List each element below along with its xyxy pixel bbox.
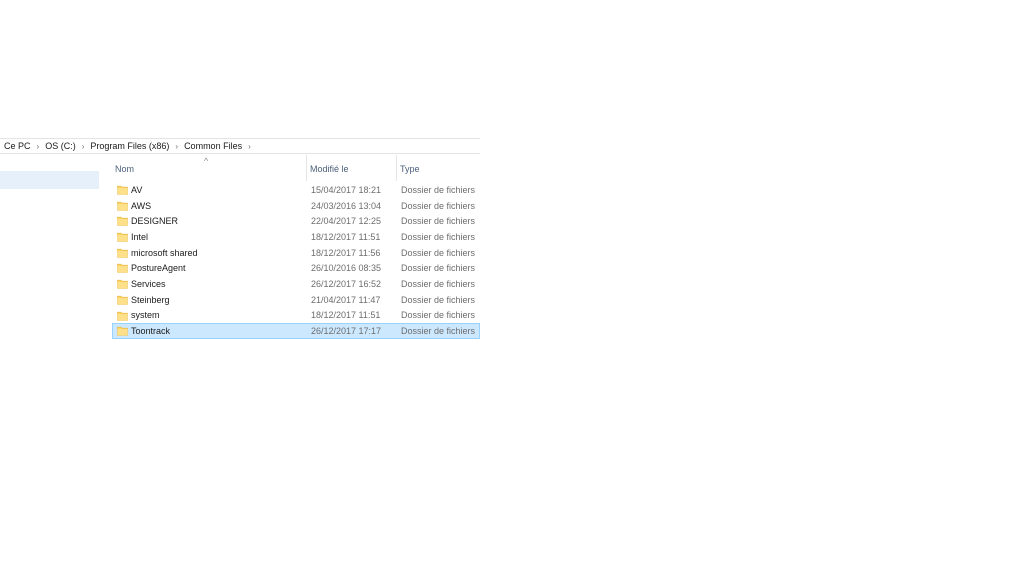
file-name: Steinberg — [131, 294, 170, 305]
file-modified-date: 18/12/2017 11:51 — [311, 310, 381, 321]
breadcrumb-item-program-files-x86[interactable]: Program Files (x86) — [89, 141, 170, 151]
column-header-modified-label: Modifié le — [310, 164, 349, 174]
file-type: Dossier de fichiers — [401, 310, 476, 321]
file-row[interactable]: PostureAgent 26/10/2016 08:35 Dossier de… — [112, 260, 480, 276]
breadcrumb-item-ce-pc[interactable]: Ce PC — [3, 141, 32, 151]
breadcrumb: Ce PC › OS (C:) › Program Files (x86) › … — [0, 138, 480, 154]
file-type: Dossier de fichiers — [401, 216, 476, 227]
file-type: Dossier de fichiers — [401, 278, 476, 289]
file-modified-date: 26/12/2017 17:17 — [311, 326, 382, 337]
file-row[interactable]: Intel 18/12/2017 11:51 Dossier de fichie… — [112, 229, 480, 245]
file-type: Dossier de fichiers — [401, 231, 476, 242]
folder-icon — [117, 280, 128, 289]
file-name: PostureAgent — [131, 263, 186, 274]
column-header-type[interactable]: Type — [396, 155, 480, 181]
column-header-type-label: Type — [400, 164, 420, 174]
file-row[interactable]: microsoft shared 18/12/2017 11:56 Dossie… — [112, 245, 480, 261]
file-row[interactable]: system 18/12/2017 11:51 Dossier de fichi… — [112, 308, 480, 324]
folder-icon — [117, 311, 128, 321]
folder-icon — [117, 217, 128, 227]
column-header-row: Nom ^ Modifié le Type — [112, 155, 480, 181]
file-modified-date: 15/04/2017 18:21 — [311, 184, 382, 195]
folder-icon — [117, 232, 128, 242]
file-list: Nom ^ Modifié le Type AV 15/04/2017 18:2… — [112, 155, 480, 339]
breadcrumb-separator-icon[interactable]: › — [32, 142, 45, 151]
file-modified-date: 26/10/2016 08:35 — [311, 263, 382, 274]
file-row[interactable]: AWS 24/03/2016 13:04 Dossier de fichiers — [112, 198, 480, 214]
file-modified-date: 24/03/2016 13:04 — [311, 200, 382, 211]
folder-icon — [117, 248, 128, 258]
file-modified-date: 26/12/2017 16:52 — [311, 278, 382, 289]
file-row[interactable]: DESIGNER 22/04/2017 12:25 Dossier de fic… — [112, 213, 480, 229]
file-modified-date: 22/04/2017 12:25 — [311, 216, 382, 227]
file-name: Intel — [131, 231, 149, 242]
file-row[interactable]: Toontrack 26/12/2017 17:17 Dossier de fi… — [112, 323, 480, 339]
breadcrumb-item-common-files[interactable]: Common Files — [183, 141, 243, 151]
navigation-pane — [0, 155, 110, 341]
file-name: AV — [131, 184, 143, 195]
breadcrumb-item-os-c[interactable]: OS (C:) — [44, 141, 77, 151]
file-type: Dossier de fichiers — [401, 326, 476, 337]
file-type: Dossier de fichiers — [401, 247, 476, 258]
file-row[interactable]: Steinberg 21/04/2017 11:47 Dossier de fi… — [112, 292, 480, 308]
column-header-name[interactable]: Nom ^ — [112, 155, 305, 181]
breadcrumb-separator-icon[interactable]: › — [77, 142, 90, 151]
file-name: Toontrack — [131, 326, 171, 337]
folder-icon — [117, 295, 128, 305]
column-header-name-label: Nom — [115, 164, 135, 174]
file-name: DESIGNER — [131, 216, 179, 227]
folder-icon — [117, 264, 128, 274]
folder-icon — [117, 327, 128, 336]
file-row[interactable]: AV 15/04/2017 18:21 Dossier de fichiers — [112, 182, 480, 198]
file-type: Dossier de fichiers — [401, 294, 476, 305]
file-row[interactable]: Services 26/12/2017 16:52 Dossier de fic… — [112, 276, 480, 292]
file-type: Dossier de fichiers — [401, 184, 476, 195]
file-name: system — [131, 310, 160, 321]
breadcrumb-separator-icon[interactable]: › — [170, 142, 183, 151]
file-name: microsoft shared — [131, 247, 198, 258]
nav-pane-selected-item[interactable] — [0, 171, 99, 189]
file-name: Services — [131, 278, 166, 289]
file-name: AWS — [131, 200, 152, 211]
file-modified-date: 18/12/2017 11:51 — [311, 231, 381, 242]
file-type: Dossier de fichiers — [401, 263, 476, 274]
file-modified-date: 21/04/2017 11:47 — [311, 294, 381, 305]
file-modified-date: 18/12/2017 11:56 — [311, 247, 381, 258]
folder-icon — [117, 201, 128, 211]
breadcrumb-separator-icon[interactable]: › — [243, 142, 256, 151]
sort-ascending-icon: ^ — [204, 156, 209, 166]
column-header-modified[interactable]: Modifié le — [306, 155, 395, 181]
file-rows: AV 15/04/2017 18:21 Dossier de fichiers … — [112, 182, 480, 339]
file-explorer-window: Ce PC › OS (C:) › Program Files (x86) › … — [0, 0, 1024, 575]
file-type: Dossier de fichiers — [401, 200, 476, 211]
folder-icon — [117, 185, 128, 195]
